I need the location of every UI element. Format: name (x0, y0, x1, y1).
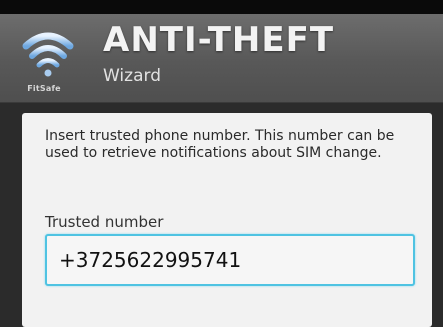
app-logo: FitSafe (14, 24, 84, 98)
trusted-number-input[interactable]: +3725622995741 (45, 234, 415, 286)
logo-text: FitSafe (27, 84, 61, 93)
app-subtitle: Wizard (103, 66, 161, 86)
instruction-text: Insert trusted phone number. This number… (45, 128, 395, 161)
trusted-number-label: Trusted number (45, 213, 164, 231)
app-title: ANTI-THEFT (103, 20, 335, 60)
status-bar (0, 0, 443, 14)
wifi-shield-icon (22, 32, 74, 77)
app-header: FitSafe ANTI-THEFT Wizard (0, 14, 443, 103)
wizard-panel: Insert trusted phone number. This number… (22, 113, 432, 327)
